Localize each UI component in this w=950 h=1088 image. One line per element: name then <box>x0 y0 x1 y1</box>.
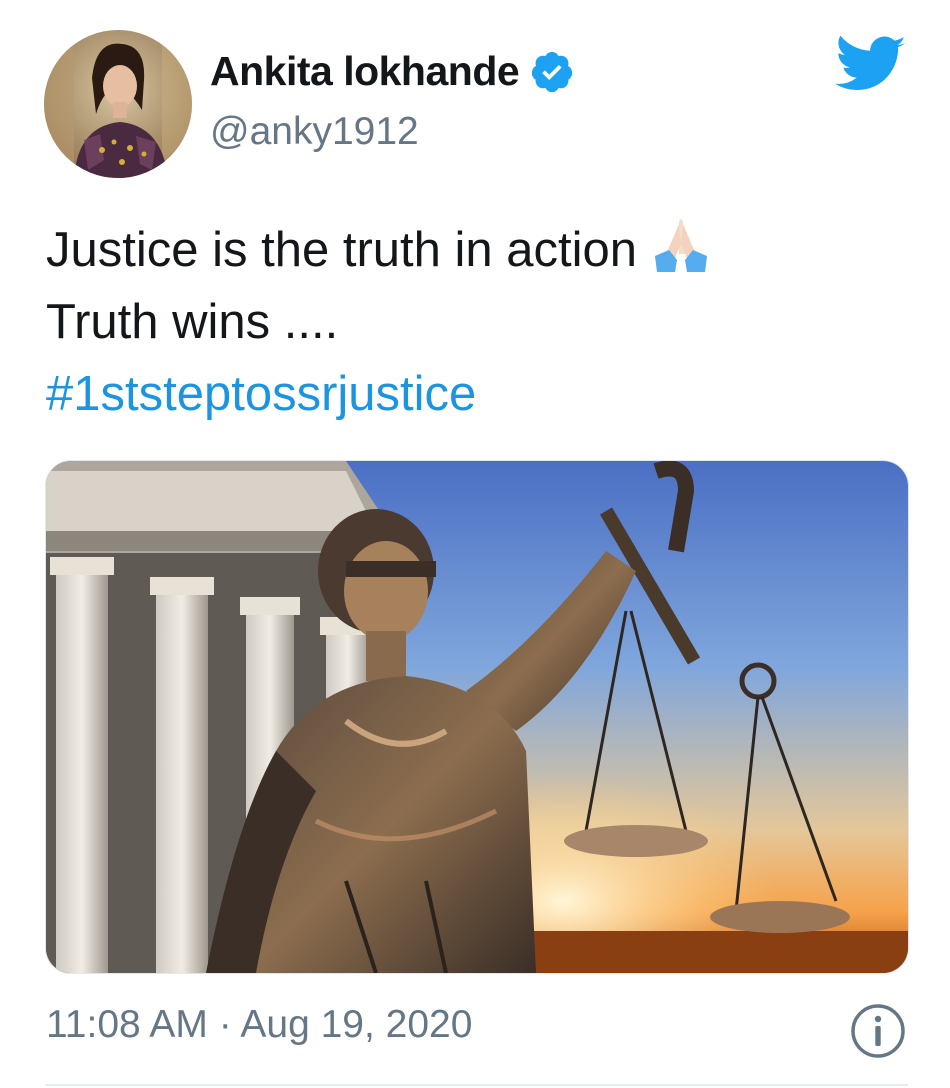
tweet-text-line-1: Justice is the truth in action <box>46 214 926 286</box>
avatar[interactable] <box>44 30 192 178</box>
info-icon[interactable] <box>850 1003 906 1059</box>
verified-badge-icon <box>532 51 573 92</box>
tweet-media-photo[interactable] <box>45 460 909 974</box>
tweet-card: Ankita lokhande @anky1912 Justice is the… <box>0 0 950 1088</box>
tweet-timestamp[interactable]: 11:08 AM · Aug 19, 2020 <box>46 1003 472 1047</box>
hashtag-link[interactable]: #1ststeptossrjustice <box>46 358 926 430</box>
tweet-text-line-2: Truth wins .... <box>46 295 339 349</box>
tweet-text-line-1-content: Justice is the truth in action <box>46 223 638 277</box>
twitter-bird-icon[interactable] <box>834 36 908 96</box>
tweet-text: Justice is the truth in action Truth win… <box>46 214 926 430</box>
folded-hands-icon <box>655 219 708 272</box>
display-name[interactable]: Ankita lokhande <box>210 48 520 95</box>
lady-justice-photo <box>46 461 908 973</box>
user-handle[interactable]: @anky1912 <box>210 110 419 154</box>
divider <box>46 1084 908 1086</box>
avatar-image <box>44 30 192 178</box>
display-name-row[interactable]: Ankita lokhande <box>210 48 575 95</box>
